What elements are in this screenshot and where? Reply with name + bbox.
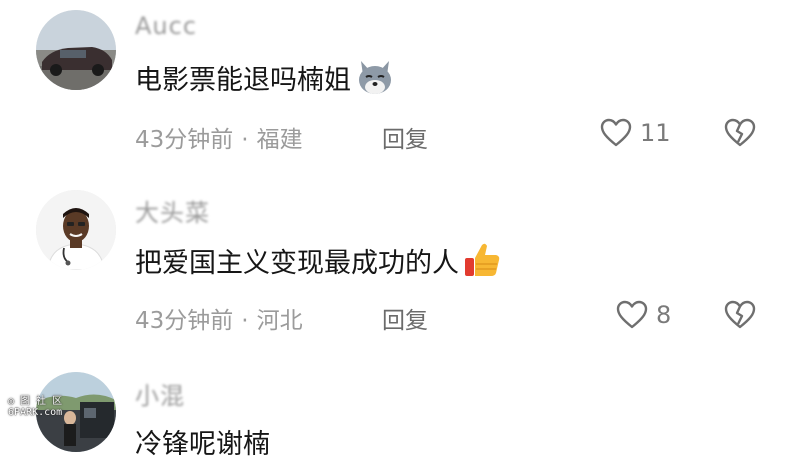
comment-text-body: 冷锋呢谢楠: [135, 429, 270, 460]
like-button[interactable]: 11: [600, 118, 671, 148]
comment-text: 把爱国主义变现最成功的人: [135, 240, 503, 280]
comment-location: 福建: [256, 127, 303, 153]
comment-meta: 43分钟前 · 河北: [135, 301, 303, 335]
comment-text: 电影票能退吗楠姐: [135, 57, 395, 97]
like-count: 8: [656, 301, 672, 329]
comment-text: 冷锋呢谢楠: [135, 422, 270, 461]
watermark-line2: 6PARK.com: [8, 407, 63, 418]
broken-heart-icon: [724, 118, 756, 147]
comment-time: 43分钟前: [135, 308, 234, 334]
comment-text-body: 把爱国主义变现最成功的人: [135, 247, 459, 279]
like-count: 11: [640, 119, 671, 147]
comment-meta: 43分钟前 · 福建: [135, 120, 303, 154]
avatar[interactable]: [36, 190, 116, 270]
comment-time: 43分钟前: [135, 127, 234, 153]
meta-separator: ·: [241, 308, 249, 334]
watermark: ◎ 图 社 区 6PARK.com: [8, 396, 62, 418]
like-button[interactable]: 8: [616, 300, 671, 330]
dislike-button[interactable]: [724, 300, 756, 334]
reply-button[interactable]: 回复: [382, 301, 428, 335]
reply-button[interactable]: 回复: [382, 120, 428, 154]
heart-icon: [600, 118, 632, 147]
comment-list: Aucc 电影票能退吗楠姐 43分钟前 · 福建 回复 11 大头菜 把爱国主义…: [0, 0, 800, 471]
broken-heart-icon: [724, 300, 756, 329]
username[interactable]: 小混: [135, 376, 185, 411]
meta-separator: ·: [241, 127, 249, 153]
wolf-face-emoji: [359, 61, 391, 94]
comment-location: 河北: [256, 308, 303, 334]
avatar[interactable]: [36, 10, 116, 90]
username[interactable]: Aucc: [135, 12, 197, 40]
dislike-button[interactable]: [724, 118, 756, 152]
username[interactable]: 大头菜: [135, 193, 210, 228]
thumbs-up-emoji: [465, 243, 500, 276]
watermark-line1: ◎ 图 社 区: [8, 396, 63, 407]
comment-text-body: 电影票能退吗楠姐: [135, 64, 351, 96]
heart-icon: [616, 300, 648, 329]
